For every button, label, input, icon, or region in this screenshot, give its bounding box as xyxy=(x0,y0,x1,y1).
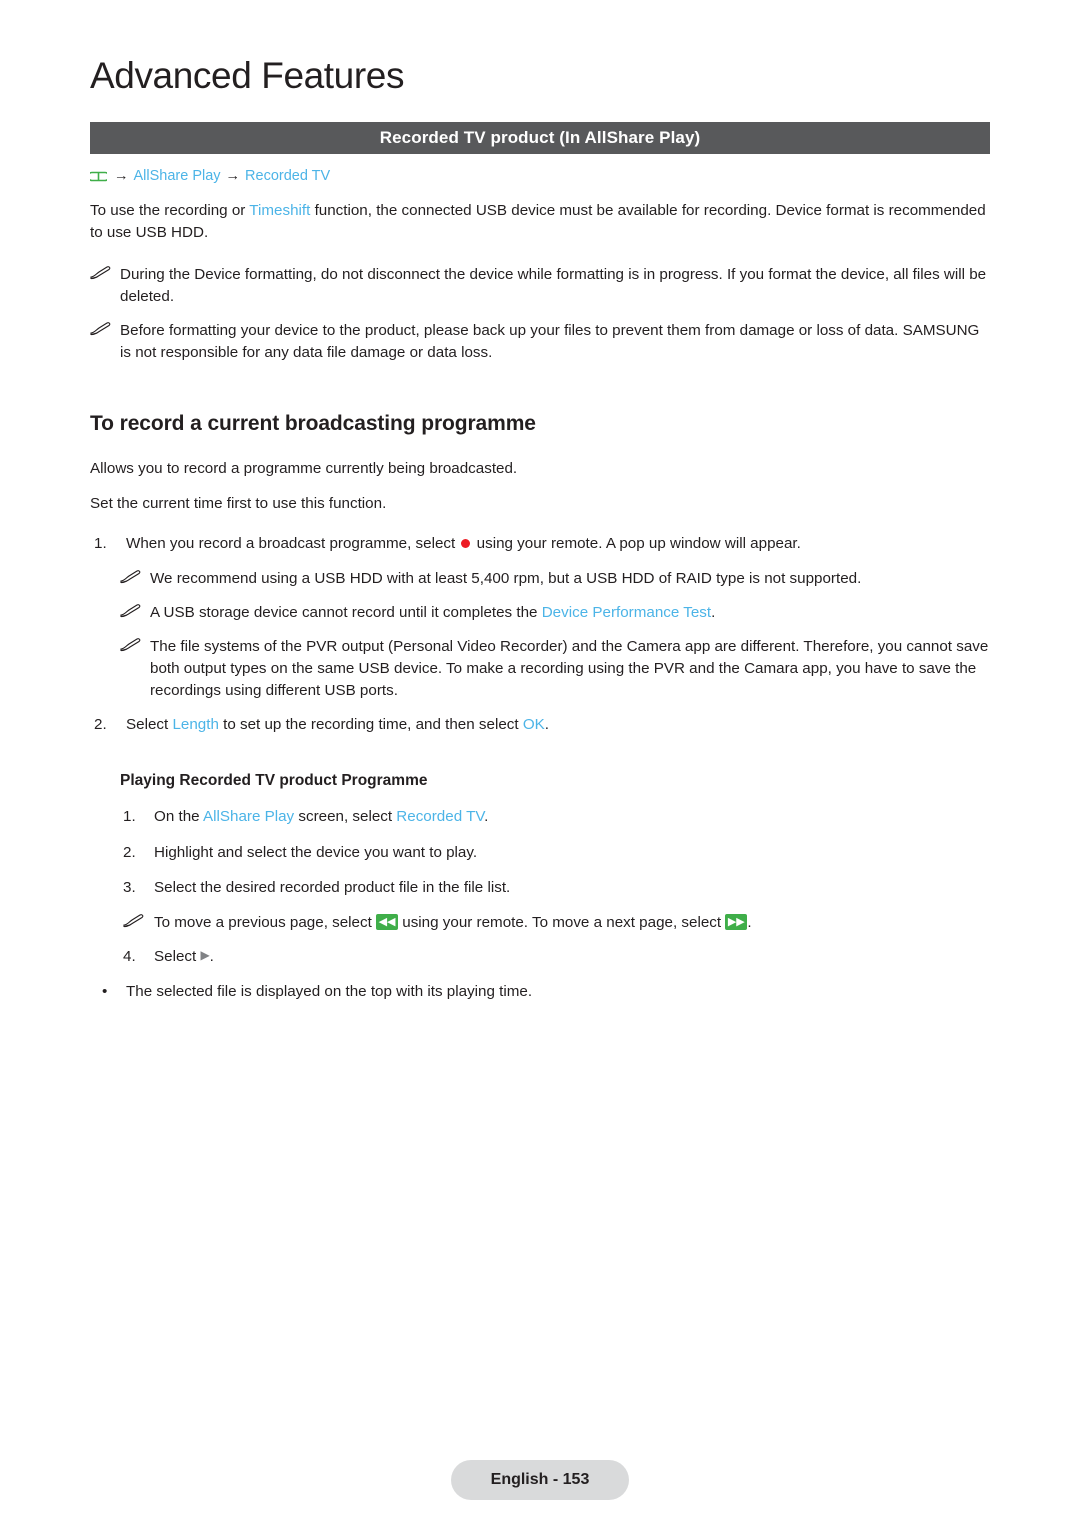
playing-section-heading: Playing Recorded TV product Programme xyxy=(120,772,428,790)
list-item-number: 2. xyxy=(94,716,107,734)
list-item-number: 4. xyxy=(123,947,136,965)
menu-icon xyxy=(90,170,107,183)
list-item-link-length[interactable]: Length xyxy=(172,716,218,733)
list-item: 2. Highlight and select the device you w… xyxy=(90,842,990,864)
breadcrumb-arrow-2: → xyxy=(225,168,241,184)
record-paragraph-2: Set the current time first to use this f… xyxy=(90,495,387,513)
note-item: A USB storage device cannot record until… xyxy=(90,602,990,624)
note-item: We recommend using a USB HDD with at lea… xyxy=(90,568,990,590)
list-item-link-recorded-tv[interactable]: Recorded TV xyxy=(396,808,484,825)
section-header-label: Recorded TV product (In AllShare Play) xyxy=(379,128,701,147)
list-item-text-2: . xyxy=(209,947,214,965)
note-item: During the Device formatting, do not dis… xyxy=(90,264,990,308)
intro-text-1: To use the recording or xyxy=(90,202,250,219)
list-item-number: 1. xyxy=(123,808,136,826)
list-item: • The selected file is displayed on the … xyxy=(90,981,990,1003)
note-link-device-performance-test[interactable]: Device Performance Test xyxy=(542,604,711,621)
breadcrumb: → AllShare Play → Recorded TV xyxy=(90,168,990,184)
list-item-text-1: On the xyxy=(154,808,203,826)
note-item: Before formatting your device to the pro… xyxy=(90,320,990,364)
list-item-text-1: Select xyxy=(154,947,201,965)
note-text-1: To move a previous page, select xyxy=(154,913,377,931)
bullet-text: The selected file is displayed on the to… xyxy=(126,982,533,1000)
fast-forward-key-icon: ▶▶ xyxy=(725,913,748,930)
list-item: 2. Select Length to set up the recording… xyxy=(90,714,990,736)
pencil-icon xyxy=(123,913,145,929)
list-item-text-2: using your remote. A pop up window will … xyxy=(472,535,801,553)
section-header: Recorded TV product (In AllShare Play) xyxy=(90,122,990,154)
pencil-icon xyxy=(120,569,142,585)
play-icon: ▶ xyxy=(200,947,210,962)
rewind-key-icon: ◀◀ xyxy=(376,913,399,930)
page-footer: English - 153 xyxy=(451,1460,629,1500)
content-area: → AllShare Play → Recorded TV To use the… xyxy=(90,168,990,1015)
list-item-text-1: Select xyxy=(126,716,173,734)
list-item-text: Highlight and select the device you want… xyxy=(154,843,478,861)
list-item-text-3: . xyxy=(484,808,489,826)
note-text: During the Device formatting, do not dis… xyxy=(120,266,987,306)
pencil-icon xyxy=(120,603,142,619)
list-item-text-2: screen, select xyxy=(294,808,397,826)
list-item-text-3: . xyxy=(544,716,550,734)
note-text: We recommend using a USB HDD with at lea… xyxy=(150,570,862,588)
note-text-1: A USB storage device cannot record until… xyxy=(150,604,542,622)
list-item-number: 2. xyxy=(123,843,136,861)
note-item: To move a previous page, select ◀◀ using… xyxy=(90,912,990,934)
intro-link-timeshift[interactable]: Timeshift xyxy=(249,202,310,219)
page: Advanced Features Recorded TV product (I… xyxy=(0,0,1080,1534)
list-item: 1. When you record a broadcast programme… xyxy=(90,533,990,555)
note-text-2: . xyxy=(711,604,716,622)
note-text: The file systems of the PVR output (Pers… xyxy=(150,638,989,700)
list-item-link-allshare-play[interactable]: AllShare Play xyxy=(203,808,294,825)
note-text-3: . xyxy=(747,913,752,931)
breadcrumb-item-allshare-play[interactable]: AllShare Play xyxy=(134,168,221,184)
list-item-text: Select the desired recorded product file… xyxy=(154,878,511,896)
list-item-text-1: When you record a broadcast programme, s… xyxy=(126,535,460,553)
list-item: 4. Select ▶. xyxy=(90,946,990,968)
bullet-icon: • xyxy=(102,982,108,1000)
list-item-number: 3. xyxy=(123,878,136,896)
note-text-2: using your remote. To move a next page, … xyxy=(398,913,726,931)
pencil-icon xyxy=(90,321,112,337)
list-item-text-2: to set up the recording time, and then s… xyxy=(218,716,523,734)
pencil-icon xyxy=(90,265,112,281)
page-title: Advanced Features xyxy=(90,55,405,96)
note-text: Before formatting your device to the pro… xyxy=(120,322,980,362)
note-item: The file systems of the PVR output (Pers… xyxy=(90,636,990,702)
record-dot-icon xyxy=(461,538,471,548)
page-number-label: English - 153 xyxy=(490,1471,590,1488)
breadcrumb-item-recorded-tv[interactable]: Recorded TV xyxy=(245,168,330,184)
intro-paragraph: To use the recording or Timeshift functi… xyxy=(90,200,990,244)
breadcrumb-arrow-1: → xyxy=(114,168,129,184)
record-paragraph-1: Allows you to record a programme current… xyxy=(90,460,518,478)
list-item: 3. Select the desired recorded product f… xyxy=(90,877,990,899)
pencil-icon xyxy=(120,637,142,653)
list-item-number: 1. xyxy=(94,535,107,553)
list-item-link-ok[interactable]: OK xyxy=(523,716,545,733)
subsection-heading: To record a current broadcasting program… xyxy=(90,412,536,436)
list-item: 1. On the AllShare Play screen, select R… xyxy=(90,806,990,828)
